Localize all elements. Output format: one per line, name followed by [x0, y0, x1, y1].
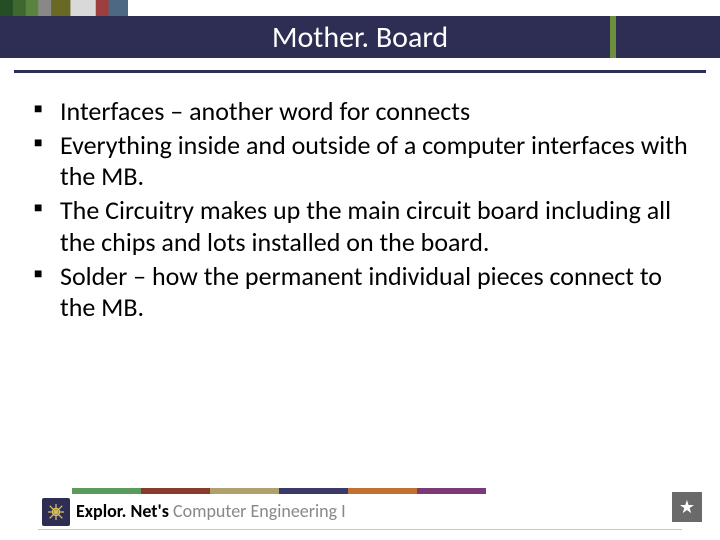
bullet-item: Solder – how the permanent individual pi…	[30, 261, 690, 324]
title-bar: Mother. Board	[0, 16, 720, 58]
course-name: Computer Engineering I	[173, 500, 346, 522]
star-icon	[672, 492, 702, 522]
slide-body: Interfaces – another word for connects E…	[30, 96, 690, 326]
footer-color-bar	[72, 488, 486, 494]
slide-title: Mother. Board	[272, 19, 448, 56]
slide-footer: Explor. Net's Computer Engineering I	[0, 472, 720, 540]
bullet-item: Interfaces – another word for connects	[30, 96, 690, 128]
bullet-item: The Circuitry makes up the main circuit …	[30, 195, 690, 258]
bullet-item: Everything inside and outside of a compu…	[30, 130, 690, 193]
footer-brand-text: Explor. Net's Computer Engineering I	[76, 500, 346, 522]
footer-rule	[38, 529, 682, 530]
title-accent-stripe	[610, 16, 616, 58]
title-underline	[14, 70, 706, 73]
explornet-logo-icon	[42, 498, 70, 526]
brand-name: Explor. Net's	[76, 500, 173, 522]
